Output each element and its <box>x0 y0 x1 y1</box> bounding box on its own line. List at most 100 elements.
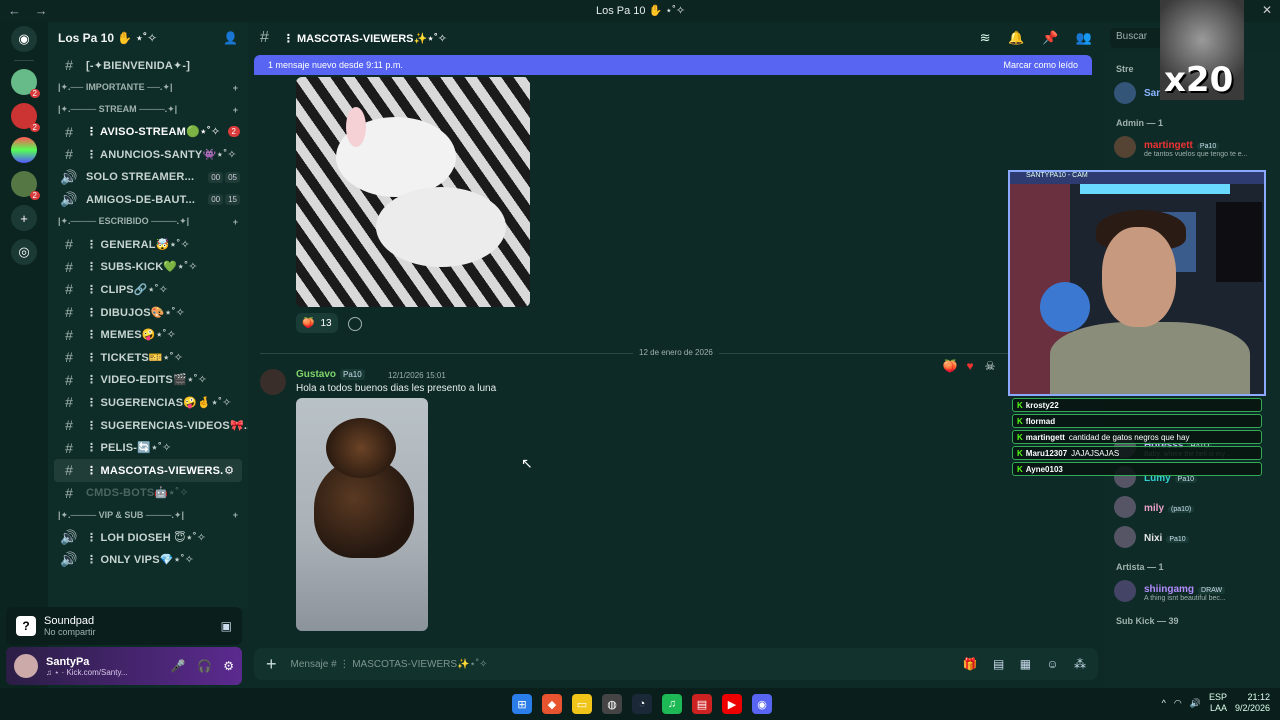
clock[interactable]: 21:12 9/2/2026 <box>1235 692 1270 714</box>
channel-item[interactable]: # ⋮ SUGERENCIAS-VIDEOS🎀... <box>48 414 248 437</box>
channel-item[interactable]: 🔊 ⋮ LOH DIOSEH 😇⋆˚✧ <box>48 526 248 549</box>
discover-icon[interactable]: ◎ <box>11 239 37 265</box>
user-panel: SantyPa ♫ ⋆ · Kick.com/Santy... 🎤 🎧 ⚙ <box>6 647 242 685</box>
wifi-icon[interactable]: ◠ <box>1174 698 1182 709</box>
soundpad-icon: ? <box>16 616 36 636</box>
members-icon[interactable]: 👥 <box>1076 30 1092 45</box>
screen-share-icon[interactable]: ▣ <box>221 619 232 633</box>
new-messages-bar[interactable]: 1 mensaje nuevo desde 9:11 p.m. Marcar c… <box>254 55 1092 75</box>
kick-chat-line: K Maru12307 JAJAJSAJAS <box>1012 446 1262 460</box>
channel-category[interactable]: |✦.──── VIP & SUB ────.✦| + <box>48 504 248 526</box>
channel-item[interactable]: 🔊 SOLO STREAMER... 00 05 <box>48 166 248 189</box>
folder-icon[interactable]: ▭ <box>572 694 592 714</box>
steam-icon[interactable]: ◔ <box>632 694 652 714</box>
close-icon[interactable]: ✕ <box>1262 3 1272 17</box>
channel-category[interactable]: |✦.── IMPORTANTE ──.✦| + <box>48 77 248 99</box>
bell-icon[interactable]: 🔔 <box>1008 30 1024 45</box>
chevron-up-icon[interactable]: ^ <box>1162 698 1166 708</box>
add-attachment-icon[interactable]: + <box>266 654 277 675</box>
avatar[interactable] <box>14 654 38 678</box>
channel-item[interactable]: 🔊 ⋮ ONLY VIPS💎⋆˚✧ <box>48 549 248 572</box>
mark-read-button[interactable]: Marcar como leído <box>1003 60 1078 70</box>
windows-start-icon[interactable]: ⊞ <box>512 694 532 714</box>
add-channel-icon[interactable]: + <box>233 217 238 227</box>
member-item[interactable]: shiingamg DRAW A thing isnt beautiful bec… <box>1104 576 1280 606</box>
channel-item[interactable]: # CMDS-BOTS🤖⋆˚✧ <box>48 482 248 505</box>
headphones-icon[interactable]: 🎧 <box>197 659 212 673</box>
channel-item[interactable]: # ⋮ SUBS-KICK💚⋆˚✧ <box>48 256 248 279</box>
cat-image[interactable] <box>296 398 428 631</box>
youtube-icon[interactable]: ▶ <box>722 694 742 714</box>
channel-label: ⋮ ONLY VIPS💎⋆˚✧ <box>86 554 194 567</box>
pin-icon[interactable]: 📌 <box>1042 30 1058 45</box>
channel-item[interactable]: # ⋮ CLIPS🔗⋆˚✧ <box>48 278 248 301</box>
language-indicator[interactable]: ESP LAA <box>1209 692 1227 714</box>
avatar[interactable] <box>260 369 286 395</box>
add-reaction-icon[interactable] <box>348 317 362 331</box>
member-item[interactable]: Nixi Pa10 <box>1104 522 1280 552</box>
channel-item[interactable]: # ⋮ ANUNCIOS-SANTY👾⋆˚✧ <box>48 143 248 166</box>
obs-icon[interactable]: ◍ <box>602 694 622 714</box>
news-icon[interactable]: ▤ <box>692 694 712 714</box>
composer-placeholder[interactable]: Mensaje # ⋮ MASCOTAS-VIEWERS✨⋆˚✧ <box>291 659 488 670</box>
sticker-icon[interactable]: ▦ <box>1020 657 1031 671</box>
threads-icon[interactable]: ≋ <box>980 30 991 45</box>
server-icon-3[interactable] <box>11 137 37 163</box>
gift-icon[interactable]: 🎁 <box>963 657 978 671</box>
author-tag: Pa10 <box>340 369 365 380</box>
channel-item[interactable]: # ⋮ MASCOTAS-VIEWERS... ⚙ <box>54 458 242 482</box>
message-author[interactable]: Gustavo <box>296 369 336 380</box>
channel-item[interactable]: # ⋮ MEMES🤪⋆˚✧ <box>48 323 248 346</box>
channel-item[interactable]: # [-✦BIENVENIDA✦-] <box>48 54 248 77</box>
server-icon-2[interactable]: 2 <box>11 103 40 132</box>
channel-item[interactable]: # ⋮ GENERAL🤯⋆˚✧ <box>48 233 248 256</box>
skull-react-icon[interactable]: ☠ <box>982 359 998 373</box>
spotify-icon[interactable]: ♫ <box>662 694 682 714</box>
apps-icon[interactable]: ⁂ <box>1074 657 1086 671</box>
back-icon[interactable]: ← <box>8 3 21 18</box>
server-header[interactable]: Los Pa 10 ✋ ⋆˚✧ 👤 <box>48 22 248 54</box>
add-member-icon[interactable]: 👤 <box>223 31 238 45</box>
member-item[interactable]: mily (pa10) <box>1104 492 1280 522</box>
kick-user: Maru12307 <box>1025 448 1068 458</box>
member-name: mily <box>1144 503 1165 514</box>
add-server-icon[interactable]: + <box>11 205 37 231</box>
channel-settings-icon[interactable]: ⚙ <box>224 464 234 477</box>
peach-react-icon[interactable]: 🍑 <box>942 359 958 373</box>
add-channel-icon[interactable]: + <box>233 105 238 115</box>
channel-item[interactable]: # ⋮ AVISO-STREAM🟢⋆˚✧ 2 <box>48 121 248 144</box>
forward-icon[interactable]: → <box>35 3 48 18</box>
gif-icon[interactable]: ▤ <box>993 657 1004 671</box>
volume-icon[interactable]: 🔊 <box>1190 698 1201 709</box>
heart-react-icon[interactable]: ♥ <box>962 359 978 373</box>
discord-home-icon[interactable]: ◉ <box>11 26 37 52</box>
channel-item[interactable]: 🔊 AMIGOS-DE-BAUT... 00 15 <box>48 188 248 211</box>
gear-icon[interactable]: ⚙ <box>223 659 234 673</box>
rabbit-image[interactable] <box>296 77 530 307</box>
member-item[interactable]: martingett Pa10 de tantos vuelos que teng… <box>1104 132 1280 162</box>
channel-label: [-✦BIENVENIDA✦-] <box>86 59 191 72</box>
channel-item[interactable]: # ⋮ VIDEO-EDITS🎬⋆˚✧ <box>48 369 248 392</box>
voice-count: 00 05 <box>206 171 240 183</box>
window-title: Los Pa 10 ✋ ⋆˚✧ <box>596 5 686 17</box>
server-icon-1[interactable]: 2 <box>11 69 40 98</box>
message-composer[interactable]: + Mensaje # ⋮ MASCOTAS-VIEWERS✨⋆˚✧ 🎁 ▤ ▦… <box>254 648 1098 680</box>
channel-item[interactable]: # ⋮ PELIS-🔄⋆˚✧ <box>48 436 248 459</box>
soundpad-panel[interactable]: ? Soundpad No compartir ▣ <box>6 607 242 645</box>
brave-icon[interactable]: ◆ <box>542 694 562 714</box>
microphone-icon[interactable]: 🎤 <box>171 659 186 673</box>
server-icon-los-pa-10[interactable]: 2 <box>11 171 40 200</box>
channel-item[interactable]: # ⋮ DIBUJOS🎨⋆˚✧ <box>48 301 248 324</box>
discord-taskbar-icon[interactable]: ◉ <box>752 694 772 714</box>
channel-category[interactable]: |✦.──── STREAM ────.✦| + <box>48 99 248 121</box>
add-channel-icon[interactable]: + <box>233 83 238 93</box>
reaction-button[interactable]: 🍑 13 <box>296 313 338 333</box>
user-status: ♫ ⋆ · Kick.com/Santy... <box>46 667 128 677</box>
channel-item[interactable]: # ⋮ SUGERENCIAS🤪🤞⋆˚✧ <box>48 391 248 414</box>
kick-icon: K <box>1017 464 1023 474</box>
emoji-icon[interactable]: ☺ <box>1046 657 1058 671</box>
channel-category[interactable]: |✦.──── ESCRIBIDO ────.✦| + <box>48 211 248 233</box>
add-channel-icon[interactable]: + <box>233 510 238 520</box>
soundpad-subtitle: No compartir <box>44 627 96 637</box>
channel-item[interactable]: # ⋮ TICKETS🎫⋆˚✧ <box>48 346 248 369</box>
